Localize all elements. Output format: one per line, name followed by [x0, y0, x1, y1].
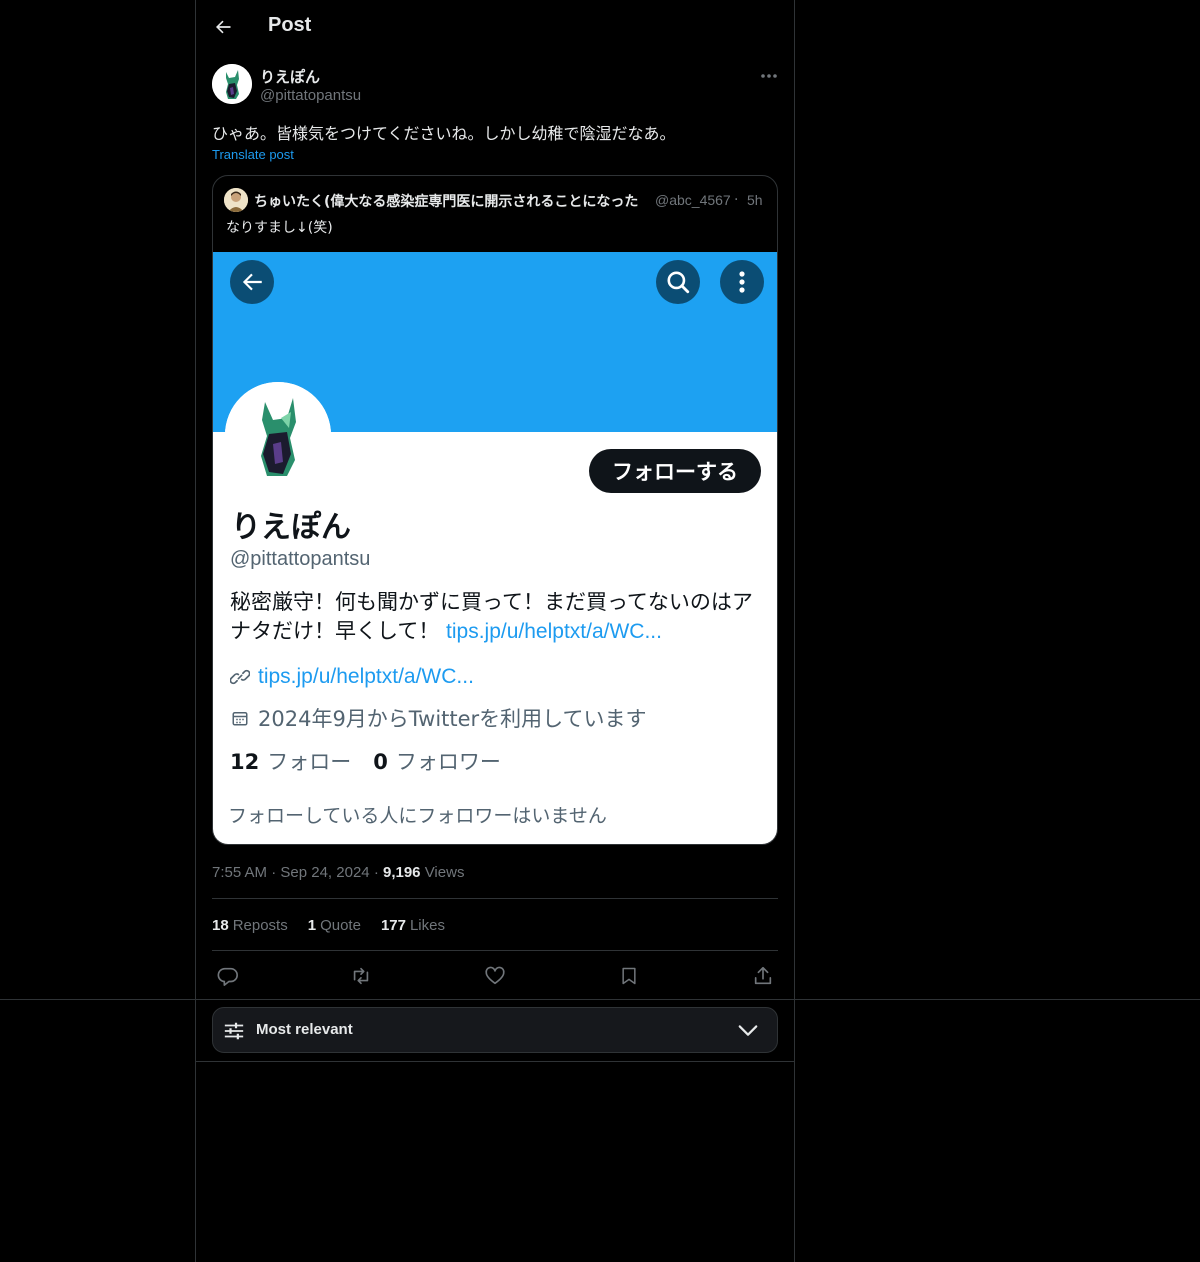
quoted-post[interactable]: ちゅいたく(偉大なる感染症専門医に開示されることになった @abc_4567 ·… — [212, 175, 778, 845]
screenshot-profile-name: りえぽん — [231, 510, 351, 545]
bookmark-button[interactable] — [615, 963, 643, 989]
profile-url: tips.jp/u/helptxt/a/WC... — [258, 665, 474, 688]
back-button[interactable] — [208, 12, 238, 42]
views-count: 9,196 — [382, 864, 421, 881]
likes-stat[interactable]: 177 Likes — [381, 917, 445, 934]
like-button[interactable] — [481, 963, 509, 989]
engagement-stats: 18 Reposts 1 Quote 177 Likes — [212, 917, 465, 934]
share-icon — [754, 966, 772, 985]
screenshot-back-icon — [230, 260, 274, 304]
no-followers-note: フォローしている人にフォロワーはいません — [228, 805, 607, 827]
divider — [212, 950, 778, 951]
post-meta: 7:55 AM · Sep 24, 2024 · 9,196 Views — [212, 864, 465, 881]
author-handle[interactable]: @pittatopantsu — [260, 87, 361, 104]
bookmark-icon — [622, 967, 636, 985]
primary-column: Post りえぽん @pittatopantsu ひゃあ。皆様気をつけてください… — [195, 0, 795, 1262]
reply-sort-dropdown[interactable]: Most relevant — [212, 1007, 778, 1053]
separator-dot: · — [734, 192, 739, 208]
joined-date: 2024年9月からTwitterを利用しています — [258, 707, 647, 731]
back-arrow-icon — [216, 20, 231, 34]
calendar-icon — [230, 708, 250, 728]
reposts-stat[interactable]: 18 Reposts — [212, 917, 288, 934]
screenshot-joined-row: 2024年9月からTwitterを利用しています — [230, 703, 647, 733]
person-avatar-image — [224, 188, 248, 212]
screenshot-profile-bio: 秘密厳守！何も聞かずに買って！まだ買ってないのはアナタだけ！早くして！ tips… — [230, 588, 770, 646]
post-text: ひゃあ。皆様気をつけてくださいね。しかし幼稚で陰湿だなあ。 — [212, 124, 676, 143]
quote-time: 5h — [747, 192, 763, 208]
divider — [196, 1061, 794, 1062]
quote-attached-image[interactable]: フォローする りえぽん @pittattopantsu 秘密厳守！何も聞かずに買… — [213, 252, 777, 844]
post-time[interactable]: 7:55 AM — [212, 864, 267, 881]
share-button[interactable] — [749, 963, 777, 989]
post-date[interactable]: Sep 24, 2024 — [280, 864, 369, 881]
bio-link: tips.jp/u/helptxt/a/WC... — [446, 620, 662, 643]
link-icon — [230, 667, 250, 687]
quotes-stat[interactable]: 1 Quote — [308, 917, 361, 934]
cat-avatar-image — [212, 64, 252, 104]
quote-author-avatar — [224, 188, 248, 212]
repost-icon — [353, 967, 369, 985]
screenshot-more-vertical-icon — [720, 260, 764, 304]
quote-text: なりすまし↓(笑) — [226, 220, 333, 236]
sliders-icon — [224, 1022, 244, 1040]
more-options-button[interactable] — [758, 66, 780, 86]
screenshot-profile-handle: @pittattopantsu — [230, 548, 371, 570]
following-label: フォロー — [267, 750, 352, 774]
likes-label: Likes — [409, 917, 445, 934]
followers-label: フォロワー — [395, 750, 501, 774]
author-avatar[interactable] — [212, 64, 252, 104]
reply-button[interactable] — [214, 963, 242, 989]
repost-button[interactable] — [347, 963, 375, 989]
screenshot-url-row: tips.jp/u/helptxt/a/WC... — [230, 665, 474, 689]
likes-count: 177 — [380, 917, 406, 934]
divider — [212, 898, 778, 899]
followers-count: 0 — [373, 750, 388, 774]
page-header: Post — [196, 0, 794, 54]
screenshot-profile-picture — [225, 382, 331, 488]
reposts-count: 18 — [212, 917, 229, 934]
screenshot-search-icon — [656, 260, 700, 304]
author-name[interactable]: りえぽん — [260, 66, 320, 87]
views-label: Views — [424, 864, 465, 881]
following-count: 12 — [230, 750, 260, 774]
quote-author-name: ちゅいたく(偉大なる感染症専門医に開示されることになった — [254, 194, 639, 210]
sort-label: Most relevant — [256, 1021, 353, 1038]
like-icon — [485, 966, 505, 985]
quotes-label: Quote — [320, 917, 361, 934]
translate-post-link[interactable]: Translate post — [212, 147, 294, 162]
screenshot-follow-button: フォローする — [589, 449, 761, 493]
more-dots-icon — [761, 74, 777, 78]
screenshot-follow-stats: 12 フォロー 0 フォロワー — [230, 746, 523, 776]
reply-icon — [217, 967, 238, 986]
quote-author-handle: @abc_4567 — [655, 192, 731, 208]
quotes-count: 1 — [307, 917, 317, 934]
reposts-label: Reposts — [232, 917, 288, 934]
page-title: Post — [268, 14, 312, 36]
chevron-down-icon — [738, 1025, 758, 1036]
